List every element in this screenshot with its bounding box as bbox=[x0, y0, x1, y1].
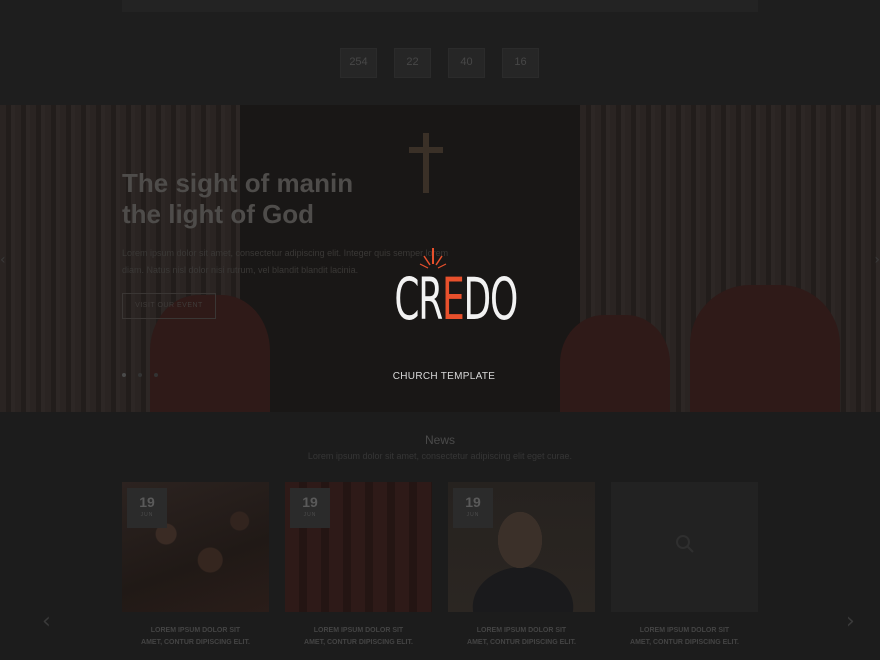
news-card[interactable]: 19 JUN LOREM IPSUM DOLOR SIT AMET, CONTU… bbox=[448, 482, 595, 649]
chevron-right-icon[interactable]: › bbox=[846, 609, 855, 634]
logo-letters: DO bbox=[463, 265, 519, 333]
hero-title: The sight of manin the light of God bbox=[122, 168, 422, 230]
logo-letters: CR bbox=[394, 265, 443, 333]
countdown-value: 40 bbox=[460, 56, 473, 68]
news-caption-line: LOREM IPSUM DOLOR SIT bbox=[313, 627, 404, 634]
news-card-image[interactable]: 19 JUN bbox=[122, 482, 269, 612]
countdown-days: 254 bbox=[340, 48, 377, 78]
news-caption-line: AMET, CONTUR DIPISCING ELIT. bbox=[304, 639, 413, 646]
slider-dot[interactable] bbox=[154, 373, 158, 377]
news-card[interactable]: 19 JUN LOREM IPSUM DOLOR SIT AMET, CONTU… bbox=[285, 482, 432, 649]
countdown-seconds: 16 bbox=[502, 48, 539, 78]
news-caption-line: LOREM IPSUM DOLOR SIT bbox=[476, 627, 567, 634]
news-date-badge: 19 JUN bbox=[290, 488, 330, 528]
news-date-month: JUN bbox=[303, 512, 317, 518]
news-card-image[interactable]: 19 JUN bbox=[285, 482, 432, 612]
news-card[interactable]: 19 JUN LOREM IPSUM DOLOR SIT AMET, CONTU… bbox=[122, 482, 269, 649]
visit-event-button[interactable]: VISIT OUR EVENT bbox=[122, 293, 216, 319]
slider-dot[interactable] bbox=[122, 373, 126, 377]
news-caption-line: LOREM IPSUM DOLOR SIT bbox=[639, 627, 730, 634]
hero-title-line: The sight of manin bbox=[122, 168, 354, 198]
hero-title-line: the light of God bbox=[122, 199, 315, 229]
countdown-bar: 254 22 40 16 bbox=[0, 0, 880, 105]
news-caption-line: AMET, CONTUR DIPISCING ELIT. bbox=[141, 639, 250, 646]
news-caption-line: LOREM IPSUM DOLOR SIT bbox=[150, 627, 241, 634]
countdown-value: 16 bbox=[514, 56, 527, 68]
news-date-badge: 19 JUN bbox=[127, 488, 167, 528]
news-date-day: 19 bbox=[465, 494, 481, 510]
chevron-left-icon[interactable]: ‹ bbox=[0, 252, 6, 268]
news-section: News Lorem ipsum dolor sit amet, consect… bbox=[0, 412, 880, 660]
countdown-hours: 22 bbox=[394, 48, 431, 78]
nav-strip bbox=[122, 0, 758, 12]
news-date-badge: 19 JUN bbox=[453, 488, 493, 528]
slider-dot[interactable] bbox=[138, 373, 142, 377]
news-card-image[interactable]: 19 JUN bbox=[448, 482, 595, 612]
search-icon[interactable] bbox=[675, 534, 695, 554]
news-card-image[interactable] bbox=[611, 482, 758, 612]
countdown-row: 254 22 40 16 bbox=[340, 48, 539, 78]
news-card-caption[interactable]: LOREM IPSUM DOLOR SIT AMET, CONTUR DIPIS… bbox=[611, 625, 758, 649]
news-card-caption[interactable]: LOREM IPSUM DOLOR SIT AMET, CONTUR DIPIS… bbox=[448, 625, 595, 649]
logo-wordmark: CREDO bbox=[394, 270, 518, 328]
hero-background-figure bbox=[560, 315, 670, 412]
slider-dots bbox=[122, 373, 158, 377]
news-caption-line: AMET, CONTUR DIPISCING ELIT. bbox=[630, 639, 739, 646]
countdown-value: 22 bbox=[406, 56, 419, 68]
news-card-caption[interactable]: LOREM IPSUM DOLOR SIT AMET, CONTUR DIPIS… bbox=[122, 625, 269, 649]
news-caption-line: AMET, CONTUR DIPISCING ELIT. bbox=[467, 639, 576, 646]
news-title: News bbox=[424, 433, 455, 447]
countdown-minutes: 40 bbox=[448, 48, 485, 78]
news-date-month: JUN bbox=[140, 512, 154, 518]
credo-logo: CREDO CHURCH TEMPLATE bbox=[364, 248, 524, 388]
countdown-value: 254 bbox=[349, 56, 368, 68]
chevron-left-icon[interactable]: ‹ bbox=[42, 609, 51, 634]
news-date-month: JUN bbox=[466, 512, 480, 518]
news-date-day: 19 bbox=[302, 494, 318, 510]
news-subtitle: Lorem ipsum dolor sit amet, consectetur … bbox=[307, 451, 573, 461]
logo-letter-accent: E bbox=[442, 265, 465, 333]
logo-subtitle: CHURCH TEMPLATE bbox=[392, 371, 496, 382]
hero-background-figure bbox=[690, 285, 840, 412]
news-card[interactable]: LOREM IPSUM DOLOR SIT AMET, CONTUR DIPIS… bbox=[611, 482, 758, 649]
chevron-right-icon[interactable]: › bbox=[874, 252, 880, 268]
news-card-caption[interactable]: LOREM IPSUM DOLOR SIT AMET, CONTUR DIPIS… bbox=[285, 625, 432, 649]
news-date-day: 19 bbox=[139, 494, 155, 510]
